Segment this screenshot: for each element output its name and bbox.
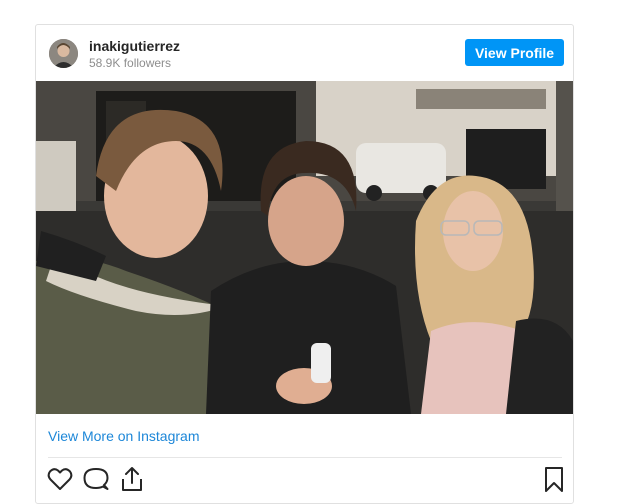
action-bar: [46, 465, 566, 495]
post-header: inakigutierrez 58.9K followers View Prof…: [36, 25, 573, 81]
followers-count: 58.9K followers: [89, 56, 172, 70]
comment-icon[interactable]: [82, 465, 110, 493]
avatar[interactable]: [49, 39, 78, 68]
share-icon[interactable]: [118, 465, 146, 493]
heart-icon[interactable]: [46, 465, 74, 493]
bookmark-icon[interactable]: [540, 465, 568, 493]
view-profile-button[interactable]: View Profile: [465, 39, 564, 66]
divider: [48, 457, 562, 458]
view-more-link[interactable]: View More on Instagram: [48, 428, 199, 444]
post-photo[interactable]: [36, 81, 573, 414]
username-link[interactable]: inakigutierrez: [89, 38, 180, 54]
instagram-embed-card: inakigutierrez 58.9K followers View Prof…: [35, 24, 574, 504]
